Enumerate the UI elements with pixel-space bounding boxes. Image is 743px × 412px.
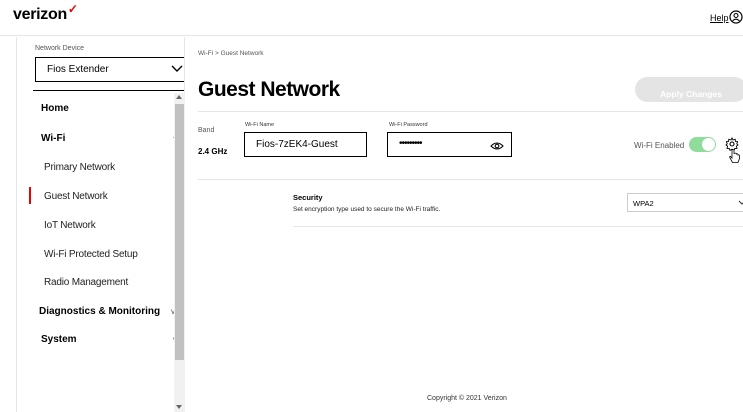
page-title: Guest Network (198, 78, 340, 101)
scroll-down-arrow-icon[interactable] (176, 405, 182, 409)
sidebar-item-label: Guest Network (44, 191, 108, 202)
help-link[interactable]: Help (710, 13, 729, 23)
sidebar-item-wifi-protected-setup[interactable]: Wi-Fi Protected Setup (44, 249, 184, 260)
sidebar-item-label: System (41, 334, 77, 345)
wifi-password-label: Wi-Fi Password (389, 122, 428, 128)
sidebar-item-home[interactable]: Home (41, 103, 184, 114)
sidebar-item-system[interactable]: System v (41, 334, 184, 345)
logo-text: verizon (13, 6, 67, 23)
top-bar: verizon✓ Help (0, 0, 743, 36)
sidebar-item-primary-network[interactable]: Primary Network (44, 162, 184, 173)
sidebar-item-label: Radio Management (44, 277, 129, 288)
apply-changes-button[interactable]: Apply Changes (635, 77, 743, 102)
network-device-label: Network Device (35, 45, 85, 52)
sidebar-item-label: Primary Network (44, 162, 115, 173)
copyright-text: Copyright © 2021 Verizon (427, 395, 507, 402)
toggle-knob (702, 138, 715, 151)
wifi-name-label: Wi-Fi Name (245, 122, 275, 128)
sidebar-item-diagnostics[interactable]: Diagnostics & Monitoring v (39, 306, 184, 317)
wifi-enabled-toggle[interactable] (689, 137, 716, 152)
breadcrumb[interactable]: Wi-Fi > Guest Network (198, 50, 264, 57)
network-device-select[interactable]: Fios Extender (35, 57, 184, 82)
band-value: 2.4 GHz (198, 147, 228, 156)
hand-pointer-cursor-icon (729, 149, 741, 165)
network-device-value: Fios Extender (47, 64, 109, 75)
sidebar-item-label: Home (41, 103, 69, 114)
sidebar-item-label: Wi-Fi (41, 133, 66, 144)
sidebar-item-radio-management[interactable]: Radio Management (44, 277, 184, 288)
eye-icon[interactable] (490, 139, 504, 151)
sidebar-item-wifi[interactable]: Wi-Fi ^ (41, 133, 184, 144)
sidebar-divider (33, 90, 184, 91)
sidebar-item-guest-network[interactable]: Guest Network (29, 187, 184, 204)
chevron-down-icon (171, 64, 183, 74)
scroll-up-arrow-icon[interactable] (176, 95, 182, 99)
sidebar-item-label: Diagnostics & Monitoring (39, 306, 161, 317)
security-select[interactable]: WPA2 (627, 193, 743, 212)
security-title: Security (293, 193, 323, 202)
title-divider (198, 111, 743, 112)
section-divider (198, 179, 743, 180)
chevron-down-icon (738, 199, 743, 207)
logo-check-icon: ✓ (67, 2, 78, 16)
security-value: WPA2 (633, 199, 654, 208)
security-divider (293, 226, 743, 227)
sidebar-item-iot-network[interactable]: IoT Network (44, 220, 184, 231)
wifi-name-input[interactable]: Fios-7zEK4-Guest (244, 132, 367, 157)
user-icon[interactable] (729, 10, 743, 24)
sidebar-item-label: IoT Network (44, 220, 96, 231)
sidebar-item-label: Wi-Fi Protected Setup (44, 249, 138, 260)
verizon-logo[interactable]: verizon✓ (13, 2, 78, 24)
security-description: Set encryption type used to secure the W… (293, 206, 441, 213)
band-label: Band (198, 127, 215, 134)
sidebar-scrollbar-thumb[interactable] (175, 104, 184, 360)
wifi-enabled-label: Wi-Fi Enabled (634, 141, 685, 150)
sidebar: Network Device Fios Extender Home Wi-Fi … (16, 37, 185, 412)
